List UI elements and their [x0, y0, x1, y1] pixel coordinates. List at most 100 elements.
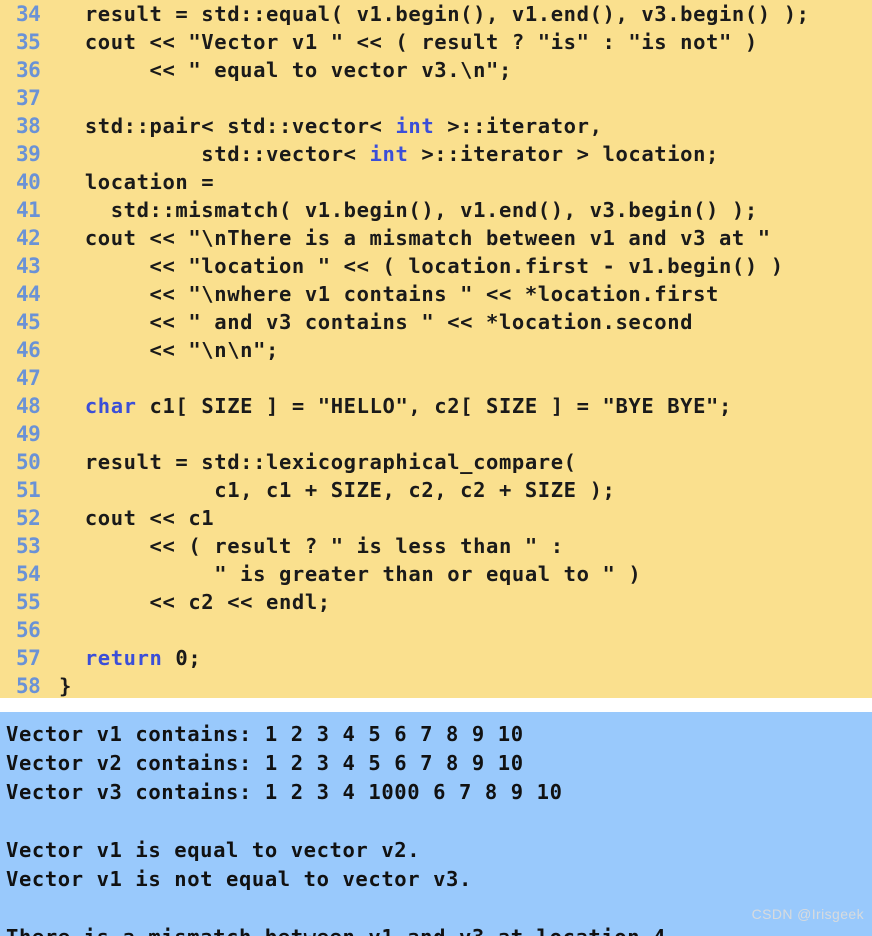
line-number: 56 [16, 618, 41, 642]
code-line: 41 std::mismatch( v1.begin(), v1.end(), … [0, 196, 872, 224]
code-text-run: c1[ SIZE ] = "HELLO", c2[ SIZE ] = "BYE … [136, 394, 732, 418]
output-line: Vector v1 is equal to vector v2. [6, 838, 421, 862]
output-line: Vector v1 contains: 1 2 3 4 5 6 7 8 9 10 [6, 722, 524, 746]
line-number: 41 [16, 198, 41, 222]
code-text-run: " is greater than or equal to " ) [46, 562, 642, 586]
line-number: 46 [16, 338, 41, 362]
code-text-run: << c2 << endl; [46, 590, 331, 614]
output-line: There is a mismatch between v1 and v3 at… [0, 923, 872, 936]
code-text-run: >::iterator > location; [408, 142, 719, 166]
code-text-run: result = std::equal( v1.begin(), v1.end(… [46, 2, 810, 26]
line-number: 49 [16, 422, 41, 446]
line-number: 45 [16, 310, 41, 334]
code-line-text: std::vector< int >::iterator > location; [46, 140, 872, 168]
code-line-text: << " equal to vector v3.\n"; [46, 56, 872, 84]
line-number: 48 [16, 394, 41, 418]
code-line: 57 return 0; [0, 644, 872, 672]
code-line-text: cout << "Vector v1 " << ( result ? "is" … [46, 28, 872, 56]
code-line: 44 << "\nwhere v1 contains " << *locatio… [0, 280, 872, 308]
line-number: 35 [16, 30, 41, 54]
code-text-run: >::iterator, [434, 114, 603, 138]
line-number: 43 [16, 254, 41, 278]
code-line: 50 result = std::lexicographical_compare… [0, 448, 872, 476]
code-text-run: << "location " << ( location.first - v1.… [46, 254, 784, 278]
code-text-run [46, 646, 85, 670]
code-line-text: << c2 << endl; [46, 588, 872, 616]
code-line: 42 cout << "\nThere is a mismatch betwee… [0, 224, 872, 252]
output-line: Vector v1 is not equal to vector v3. [6, 867, 472, 891]
code-line-text: } [46, 672, 872, 698]
code-line-text: char c1[ SIZE ] = "HELLO", c2[ SIZE ] = … [46, 392, 872, 420]
code-line: 48 char c1[ SIZE ] = "HELLO", c2[ SIZE ]… [0, 392, 872, 420]
code-text-run: location = [46, 170, 215, 194]
output-line: Vector v3 contains: 1 2 3 4 1000 6 7 8 9… [6, 780, 563, 804]
line-number: 57 [16, 646, 41, 670]
code-block: 34 result = std::equal( v1.begin(), v1.e… [0, 0, 872, 698]
output-line-list: Vector v1 contains: 1 2 3 4 5 6 7 8 9 10… [0, 712, 872, 936]
line-number: 39 [16, 142, 41, 166]
code-text-run: << ( result ? " is less than " : [46, 534, 564, 558]
code-line: 49 [0, 420, 872, 448]
code-text-run: << "\n\n"; [46, 338, 279, 362]
code-line-text: result = std::equal( v1.begin(), v1.end(… [46, 0, 872, 28]
code-keyword: int [369, 142, 409, 166]
code-line: 45 << " and v3 contains " << *location.s… [0, 308, 872, 336]
line-number: 54 [16, 562, 41, 586]
code-line: 39 std::vector< int >::iterator > locati… [0, 140, 872, 168]
code-text-run: result = std::lexicographical_compare( [46, 450, 577, 474]
code-line-text: std::pair< std::vector< int >::iterator, [46, 112, 872, 140]
line-number: 34 [16, 2, 41, 26]
line-number: 42 [16, 226, 41, 250]
code-line: 54 " is greater than or equal to " ) [0, 560, 872, 588]
code-text-run: 0; [162, 646, 202, 670]
code-line-text: << "location " << ( location.first - v1.… [46, 252, 872, 280]
code-keyword: int [395, 114, 435, 138]
code-text-run: std::pair< std::vector< [46, 114, 396, 138]
output-line: Vector v2 contains: 1 2 3 4 5 6 7 8 9 10 [6, 751, 524, 775]
code-line-text: cout << "\nThere is a mismatch between v… [46, 224, 872, 252]
code-line: 35 cout << "Vector v1 " << ( result ? "i… [0, 28, 872, 56]
code-line: 52 cout << c1 [0, 504, 872, 532]
line-number: 51 [16, 478, 41, 502]
code-line: 56 [0, 616, 872, 644]
code-line-text: result = std::lexicographical_compare( [46, 448, 872, 476]
code-text-run: std::vector< [46, 142, 370, 166]
code-line: 58 } [0, 672, 872, 698]
code-line-text: " is greater than or equal to " ) [46, 560, 872, 588]
code-line: 51 c1, c1 + SIZE, c2, c2 + SIZE ); [0, 476, 872, 504]
code-text-run: << " equal to vector v3.\n"; [46, 58, 512, 82]
code-line-text: cout << c1 [46, 504, 872, 532]
code-line-text: std::mismatch( v1.begin(), v1.end(), v3.… [46, 196, 872, 224]
code-text-run: c1, c1 + SIZE, c2, c2 + SIZE ); [46, 478, 616, 502]
code-line-text: c1, c1 + SIZE, c2, c2 + SIZE ); [46, 476, 872, 504]
code-line: 36 << " equal to vector v3.\n"; [0, 56, 872, 84]
code-line-list: 34 result = std::equal( v1.begin(), v1.e… [0, 0, 872, 698]
code-line-text: << " and v3 contains " << *location.seco… [46, 308, 872, 336]
code-text-run: cout << "\nThere is a mismatch between v… [46, 226, 771, 250]
code-line-text: return 0; [46, 644, 872, 672]
line-number: 37 [16, 86, 41, 110]
code-text-run: std::mismatch( v1.begin(), v1.end(), v3.… [46, 198, 758, 222]
code-line: 40 location = [0, 168, 872, 196]
code-line: 55 << c2 << endl; [0, 588, 872, 616]
code-keyword: char [84, 394, 137, 418]
code-line: 53 << ( result ? " is less than " : [0, 532, 872, 560]
line-number: 58 [16, 674, 41, 698]
code-line: 37 [0, 84, 872, 112]
panel-divider [0, 698, 872, 712]
code-line: 47 [0, 364, 872, 392]
code-line: 43 << "location " << ( location.first - … [0, 252, 872, 280]
line-number: 55 [16, 590, 41, 614]
code-line-text: << "\nwhere v1 contains " << *location.f… [46, 280, 872, 308]
line-number: 52 [16, 506, 41, 530]
code-text-run: cout << c1 [46, 506, 215, 530]
line-number: 47 [16, 366, 41, 390]
line-number: 50 [16, 450, 41, 474]
code-line-text: location = [46, 168, 872, 196]
code-line: 34 result = std::equal( v1.begin(), v1.e… [0, 0, 872, 28]
line-number: 53 [16, 534, 41, 558]
code-text-run [46, 394, 85, 418]
code-text-run: << " and v3 contains " << *location.seco… [46, 310, 694, 334]
